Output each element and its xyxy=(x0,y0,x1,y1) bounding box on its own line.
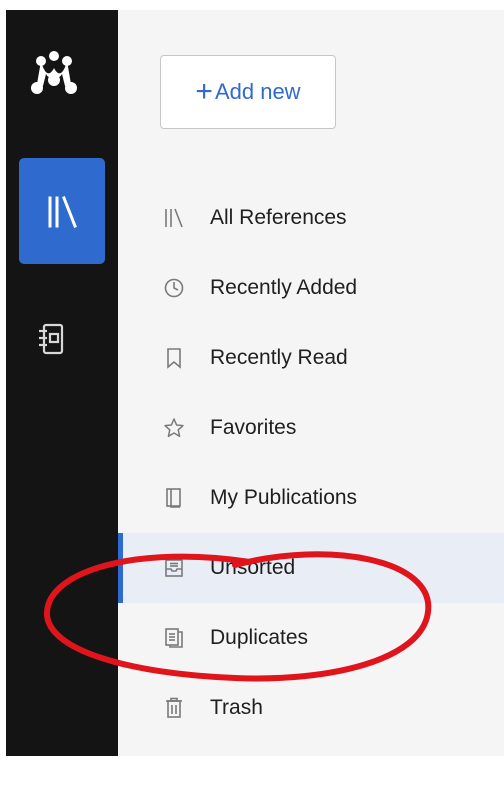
clock-icon xyxy=(162,276,186,300)
library-icon xyxy=(48,196,77,228)
nav-item-label: Favorites xyxy=(210,416,297,439)
nav-item-label: Recently Added xyxy=(210,276,358,299)
publications-icon xyxy=(162,486,186,510)
nav-item-duplicates[interactable]: Duplicates xyxy=(118,603,504,673)
rail-library-button[interactable] xyxy=(19,158,105,264)
nav-item-label: Unsorted xyxy=(210,556,296,579)
inbox-icon xyxy=(162,556,186,580)
screenshot-border-bottom xyxy=(0,756,504,787)
nav-item-recently-read[interactable]: Recently Read xyxy=(118,323,504,393)
nav-item-label: Trash xyxy=(210,696,263,719)
rail-notebook-button[interactable] xyxy=(36,322,66,356)
library-panel: + Add new All References Recently Added … xyxy=(118,10,504,756)
trash-icon xyxy=(162,696,186,720)
bookmark-icon xyxy=(162,346,186,370)
star-icon xyxy=(162,416,186,440)
nav-item-my-publications[interactable]: My Publications xyxy=(118,463,504,533)
plus-icon: + xyxy=(195,75,213,108)
nav-item-label: Duplicates xyxy=(210,626,309,649)
nav-item-all-references[interactable]: All References xyxy=(118,183,504,253)
screenshot-border-top xyxy=(0,0,504,10)
add-new-label: Add new xyxy=(214,79,301,104)
library-nav: All References Recently Added Recently R… xyxy=(118,183,504,743)
nav-item-unsorted[interactable]: Unsorted xyxy=(118,533,504,603)
mendeley-logo-icon[interactable] xyxy=(28,46,80,98)
nav-item-label: Recently Read xyxy=(210,346,348,369)
library-icon xyxy=(162,206,186,230)
nav-item-recently-added[interactable]: Recently Added xyxy=(118,253,504,323)
nav-item-label: All References xyxy=(210,206,347,229)
app-rail xyxy=(6,10,118,756)
add-new-button[interactable]: + Add new xyxy=(160,55,336,129)
nav-item-favorites[interactable]: Favorites xyxy=(118,393,504,463)
nav-item-label: My Publications xyxy=(210,486,358,509)
notebook-icon xyxy=(39,323,64,355)
nav-item-trash[interactable]: Trash xyxy=(118,673,504,743)
duplicates-icon xyxy=(162,626,186,650)
